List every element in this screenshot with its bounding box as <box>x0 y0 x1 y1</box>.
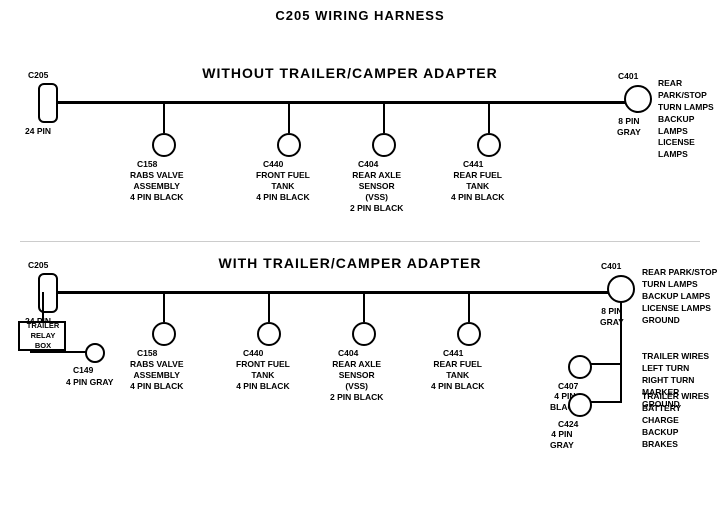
section1-c158-wire-v <box>163 103 165 133</box>
section1-c440-label: C440 <box>263 159 283 170</box>
trailer-relay-box-label: TRAILERRELAYBOX <box>17 321 69 350</box>
section2-c440-connector <box>257 322 281 346</box>
section2-c158-connector <box>152 322 176 346</box>
section1-c440-desc: FRONT FUELTANK4 PIN BLACK <box>256 170 310 203</box>
section2-c424-wire-h <box>590 401 622 403</box>
section1-label: WITHOUT TRAILER/CAMPER ADAPTER <box>150 65 550 81</box>
section1-c440-connector <box>277 133 301 157</box>
section2-c424-connector <box>568 393 592 417</box>
section1-left-connector <box>38 83 58 123</box>
section1-right-connector <box>624 85 652 113</box>
section2-c404-label: C404 <box>338 348 358 359</box>
section1-c205-label: C205 <box>28 70 48 81</box>
section2-c401-label: C401 <box>601 261 621 272</box>
section2-c441-desc: REAR FUELTANK4 PIN BLACK <box>431 359 484 392</box>
section2-c149-desc: 4 PIN GRAY <box>66 377 113 388</box>
section2-c441-connector <box>457 322 481 346</box>
section2-c401-desc: REAR PARK/STOPTURN LAMPSBACKUP LAMPSLICE… <box>642 267 717 326</box>
section1-c158-desc: RABS VALVEASSEMBLY4 PIN BLACK <box>130 170 184 203</box>
section2-c149-connector <box>85 343 105 363</box>
section2-label: WITH TRAILER/CAMPER ADAPTER <box>150 255 550 271</box>
section2-c440-wire-v <box>268 292 270 322</box>
section1-c441-wire-v <box>488 103 490 133</box>
section1-c401-label: C401 <box>618 71 638 82</box>
section2-main-wire <box>55 291 620 294</box>
section2-c441-label: C441 <box>443 348 463 359</box>
section1-c404-connector <box>372 133 396 157</box>
section1-c404-wire-v <box>383 103 385 133</box>
section2-relay-wire-v <box>42 292 44 321</box>
section1-8pin-label: 8 PINGRAY <box>617 116 641 138</box>
section2-c158-desc: RABS VALVEASSEMBLY4 PIN BLACK <box>130 359 184 392</box>
section2-c441-wire-v <box>468 292 470 322</box>
section2-c149-wire-h <box>30 351 90 353</box>
diagram-container: WITHOUT TRAILER/CAMPER ADAPTER C205 24 P… <box>0 23 720 513</box>
section1-c441-label: C441 <box>463 159 483 170</box>
section1-c158-label: C158 <box>137 159 157 170</box>
section2-right-connector <box>607 275 635 303</box>
divider <box>20 241 700 242</box>
section2-c424-pin: 4 PINGRAY <box>550 429 574 451</box>
section2-left-connector <box>38 273 58 313</box>
section2-c404-desc: REAR AXLESENSOR(VSS)2 PIN BLACK <box>330 359 383 403</box>
section1-c441-desc: REAR FUELTANK4 PIN BLACK <box>451 170 504 203</box>
section2-right-branch-v <box>620 302 622 402</box>
page-title: C205 WIRING HARNESS <box>0 0 720 23</box>
section2-c404-connector <box>352 322 376 346</box>
section1-c441-connector <box>477 133 501 157</box>
section2-c424-desc: TRAILER WIRESBATTERY CHARGEBACKUPBRAKES <box>642 391 720 450</box>
section2-c407-connector <box>568 355 592 379</box>
section2-c149-label: C149 <box>73 365 93 376</box>
section2-c158-label: C158 <box>137 348 157 359</box>
section2-c440-label: C440 <box>243 348 263 359</box>
section1-24pin-label: 24 PIN <box>25 126 51 137</box>
section1-c404-desc: REAR AXLESENSOR(VSS)2 PIN BLACK <box>350 170 403 214</box>
section2-c205-label: C205 <box>28 260 48 271</box>
section2-c440-desc: FRONT FUELTANK4 PIN BLACK <box>236 359 290 392</box>
section1-c158-connector <box>152 133 176 157</box>
section1-c404-label: C404 <box>358 159 378 170</box>
section1-c401-desc: REAR PARK/STOPTURN LAMPSBACKUP LAMPSLICE… <box>658 78 720 161</box>
section1-main-wire <box>55 101 635 104</box>
section2-c404-wire-v <box>363 292 365 322</box>
section2-c407-wire-h <box>590 363 622 365</box>
section2-c158-wire-v <box>163 292 165 322</box>
section1-c440-wire-v <box>288 103 290 133</box>
